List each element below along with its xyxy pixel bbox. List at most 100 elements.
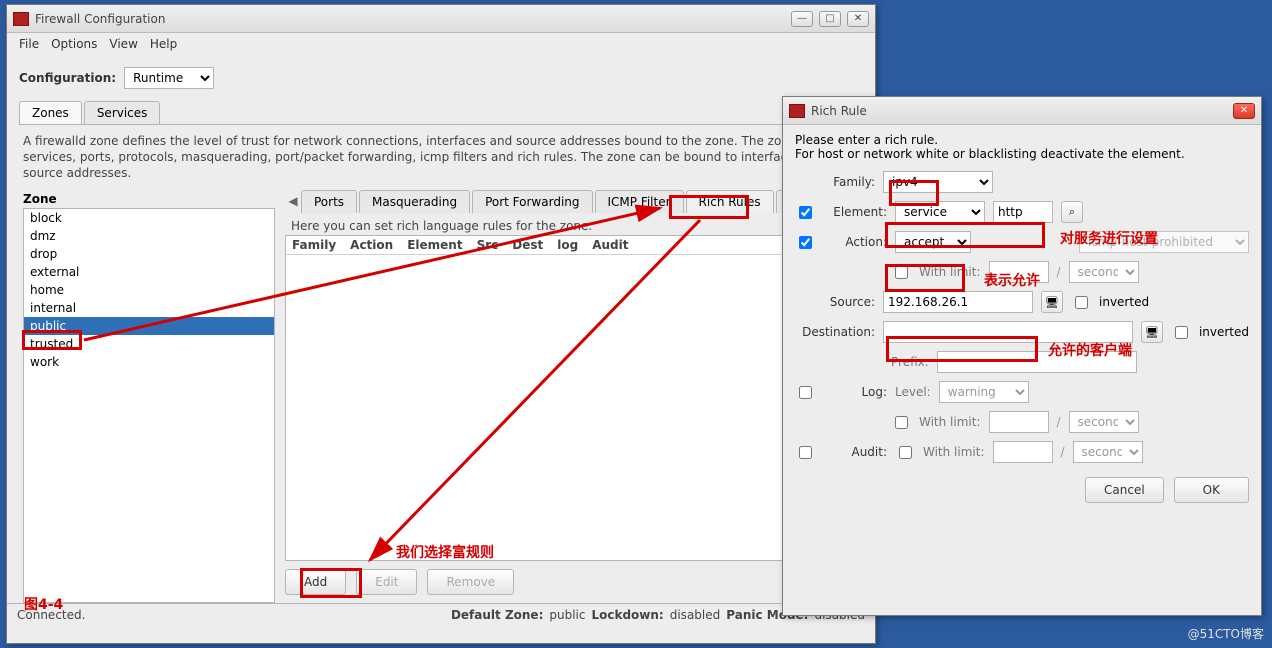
- source-inverted-label: inverted: [1099, 295, 1149, 309]
- menu-options[interactable]: Options: [51, 37, 97, 51]
- zone-item-work[interactable]: work: [24, 353, 274, 371]
- annot-client: 允许的客户端: [1048, 340, 1132, 360]
- audit-limit-value[interactable]: [993, 441, 1053, 463]
- dest-label: Destination:: [795, 325, 875, 339]
- zone-listbox[interactable]: block dmz drop external home internal pu…: [23, 208, 275, 603]
- main-titlebar: Firewall Configuration — □ ✕: [7, 5, 875, 33]
- dialog-intro-1: Please enter a rich rule.: [795, 133, 1249, 147]
- dest-inverted-checkbox[interactable]: [1175, 326, 1188, 339]
- action-label: Action:: [823, 235, 887, 249]
- dialog-intro-2: For host or network white or blacklistin…: [795, 147, 1249, 167]
- prefix-label: Prefix:: [891, 355, 929, 369]
- family-select[interactable]: ipv4: [883, 171, 993, 193]
- annot-allow: 表示允许: [984, 270, 1040, 290]
- element-value-input[interactable]: [993, 201, 1053, 223]
- zone-item-internal[interactable]: internal: [24, 299, 274, 317]
- edit-button[interactable]: Edit: [356, 569, 417, 595]
- minimize-button[interactable]: —: [791, 11, 813, 27]
- zone-item-public[interactable]: public: [24, 317, 274, 335]
- default-zone-label: Default Zone:: [451, 608, 543, 622]
- dialog-close-button[interactable]: ✕: [1233, 103, 1255, 119]
- main-tabs: Zones Services: [19, 101, 863, 125]
- dialog-titlebar: Rich Rule ✕: [783, 97, 1261, 125]
- lockdown-value: disabled: [670, 608, 721, 622]
- config-mode-select[interactable]: Runtime: [124, 67, 214, 89]
- remove-button[interactable]: Remove: [427, 569, 514, 595]
- zone-header: Zone: [23, 190, 275, 208]
- subtab-icmp-filter[interactable]: ICMP Filter: [595, 190, 684, 213]
- log-withlimit-label: With limit:: [919, 415, 981, 429]
- add-button[interactable]: Add: [285, 569, 346, 595]
- element-type-select[interactable]: service: [895, 201, 985, 223]
- log-checkbox[interactable]: [799, 386, 812, 399]
- source-browse-button[interactable]: 🖥: [1041, 291, 1063, 313]
- log-level-select[interactable]: warning: [939, 381, 1029, 403]
- window-title: Firewall Configuration: [35, 12, 785, 26]
- dialog-icon: [789, 104, 805, 118]
- default-zone-value: public: [549, 608, 585, 622]
- per-label: /: [1057, 265, 1061, 279]
- col-audit[interactable]: Audit: [592, 238, 628, 252]
- subtab-rich-rules[interactable]: Rich Rules: [686, 190, 774, 213]
- source-inverted-checkbox[interactable]: [1075, 296, 1088, 309]
- rich-rules-help: Here you can set rich language rules for…: [285, 213, 859, 235]
- close-button[interactable]: ✕: [847, 11, 869, 27]
- annot-pick-rich: 我们选择富规则: [396, 542, 494, 562]
- maximize-button[interactable]: □: [819, 11, 841, 27]
- subtab-masquerading[interactable]: Masquerading: [359, 190, 470, 213]
- source-label: Source:: [795, 295, 875, 309]
- audit-limit-unit[interactable]: second: [1073, 441, 1143, 463]
- zone-subtabs: ◀ Ports Masquerading Port Forwarding ICM…: [285, 190, 859, 213]
- rich-rules-grid[interactable]: Family Action Element Src Dest log Audit: [285, 235, 859, 561]
- tab-zones[interactable]: Zones: [19, 101, 82, 124]
- zone-item-block[interactable]: block: [24, 209, 274, 227]
- zone-item-dmz[interactable]: dmz: [24, 227, 274, 245]
- figure-label: 图4-4: [24, 594, 63, 614]
- annot-service-set: 对服务进行设置: [1060, 228, 1158, 248]
- family-label: Family:: [795, 175, 875, 189]
- cancel-button[interactable]: Cancel: [1085, 477, 1164, 503]
- menu-view[interactable]: View: [109, 37, 137, 51]
- zone-item-trusted[interactable]: trusted: [24, 335, 274, 353]
- audit-checkbox[interactable]: [799, 446, 812, 459]
- menu-file[interactable]: File: [19, 37, 39, 51]
- tab-services[interactable]: Services: [84, 101, 161, 124]
- subtab-port-forwarding[interactable]: Port Forwarding: [472, 190, 592, 213]
- action-withlimit-label: With limit:: [919, 265, 981, 279]
- zone-item-external[interactable]: external: [24, 263, 274, 281]
- subtab-ports[interactable]: Ports: [301, 190, 357, 213]
- col-dest[interactable]: Dest: [512, 238, 543, 252]
- level-label: Level:: [895, 385, 931, 399]
- col-src[interactable]: Src: [477, 238, 499, 252]
- tab-scroll-left-icon[interactable]: ◀: [285, 194, 301, 208]
- zone-item-home[interactable]: home: [24, 281, 274, 299]
- watermark: @51CTO博客: [1188, 625, 1264, 642]
- log-limit-unit[interactable]: second: [1069, 411, 1139, 433]
- app-icon: [13, 12, 29, 26]
- menu-help[interactable]: Help: [150, 37, 177, 51]
- source-input[interactable]: [883, 291, 1033, 313]
- action-withlimit-checkbox[interactable]: [895, 266, 908, 279]
- audit-withlimit-checkbox[interactable]: [899, 446, 912, 459]
- menubar: File Options View Help: [7, 33, 875, 55]
- zone-description: A firewalld zone defines the level of tr…: [19, 125, 863, 190]
- audit-label: Audit:: [823, 445, 887, 459]
- action-limit-unit[interactable]: second: [1069, 261, 1139, 283]
- audit-withlimit-label: With limit:: [923, 445, 985, 459]
- element-checkbox[interactable]: [799, 206, 812, 219]
- ok-button[interactable]: OK: [1174, 477, 1249, 503]
- config-label: Configuration:: [19, 71, 116, 85]
- col-family[interactable]: Family: [292, 238, 336, 252]
- zone-item-drop[interactable]: drop: [24, 245, 274, 263]
- dest-browse-button[interactable]: 🖥: [1141, 321, 1163, 343]
- action-select[interactable]: accept: [895, 231, 971, 253]
- action-checkbox[interactable]: [799, 236, 812, 249]
- log-withlimit-checkbox[interactable]: [895, 416, 908, 429]
- col-action[interactable]: Action: [350, 238, 393, 252]
- log-limit-value[interactable]: [989, 411, 1049, 433]
- element-label: Element:: [823, 205, 887, 219]
- col-log[interactable]: log: [557, 238, 578, 252]
- col-element[interactable]: Element: [407, 238, 462, 252]
- dest-inverted-label: inverted: [1199, 325, 1249, 339]
- element-browse-button[interactable]: ⌕: [1061, 201, 1083, 223]
